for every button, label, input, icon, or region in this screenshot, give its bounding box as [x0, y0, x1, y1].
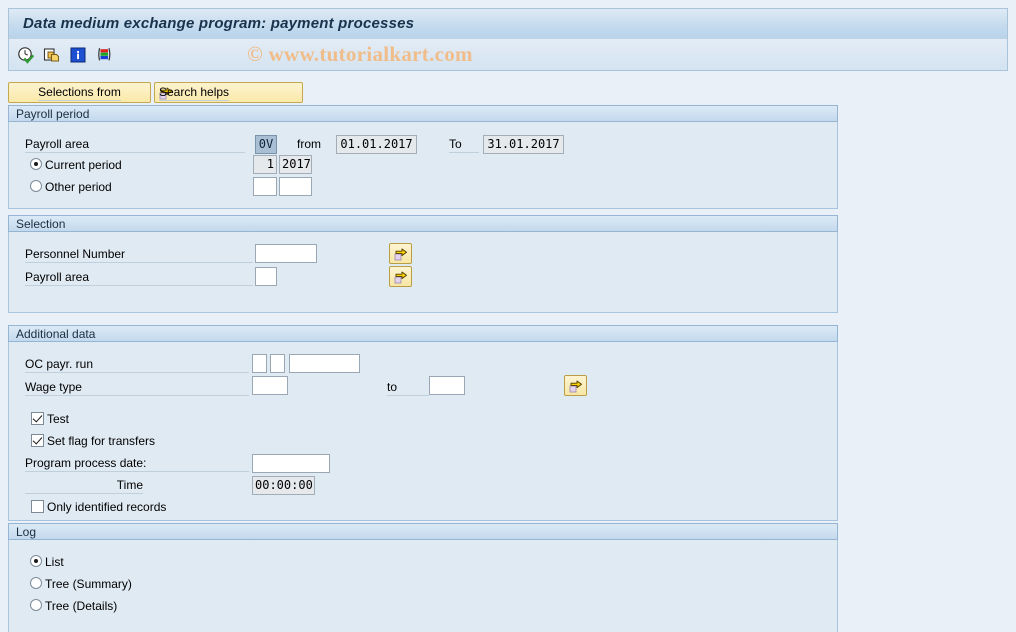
selections-from-button[interactable]: Selections from [8, 82, 151, 103]
selection-payroll-area-field[interactable] [255, 267, 277, 286]
radio-other-period-label: Other period [45, 180, 112, 194]
additional-data-body: OC payr. run Wage type to Test Set flag … [8, 342, 838, 521]
other-period-number-field[interactable] [253, 177, 277, 196]
additional-data-header: Additional data [8, 325, 838, 342]
page-title: Data medium exchange program: payment pr… [23, 15, 415, 32]
current-period-year-field[interactable]: 2017 [279, 155, 312, 174]
to-label: To [449, 136, 479, 153]
personnel-number-field[interactable] [255, 244, 317, 263]
selection-panel: Selection Personnel Number Payroll area [8, 215, 838, 313]
additional-data-title: Additional data [16, 326, 96, 341]
search-helps-button[interactable]: Search helps [154, 82, 303, 103]
payroll-period-title: Payroll period [16, 106, 90, 121]
execute-clock-icon[interactable] [17, 46, 35, 64]
log-header: Log [8, 523, 838, 540]
payroll-area-multi-select-button[interactable] [389, 266, 412, 287]
wage-type-from-field[interactable] [252, 376, 288, 395]
selection-body: Personnel Number Payroll area [8, 232, 838, 313]
additional-data-panel: Additional data OC payr. run Wage type t… [8, 325, 838, 521]
window-title-bar: Data medium exchange program: payment pr… [8, 8, 1008, 38]
wage-type-multi-select-button[interactable] [564, 375, 587, 396]
wage-type-label: Wage type [25, 379, 249, 396]
checkbox-test-label: Test [47, 412, 70, 426]
payroll-period-header: Payroll period [8, 105, 838, 122]
radio-current-period[interactable] [30, 158, 42, 170]
time-label: Time [25, 477, 143, 494]
checkbox-set-flag-for-transfers[interactable] [31, 434, 44, 447]
oc-payr-run-field-2[interactable] [270, 354, 285, 373]
radio-log-tree-details[interactable] [30, 599, 42, 611]
payroll-area-code-field[interactable]: 0V [255, 135, 277, 154]
selection-header: Selection [8, 215, 838, 232]
oc-payr-run-field-1[interactable] [252, 354, 267, 373]
checkbox-only-identified-records[interactable] [31, 500, 44, 513]
time-field[interactable]: 00:00:00 [252, 476, 315, 495]
color-bars-icon[interactable] [95, 46, 113, 64]
period-to-date-field[interactable]: 31.01.2017 [483, 135, 564, 154]
log-body: List Tree (Summary) Tree (Details) [8, 540, 838, 632]
payroll-period-panel: Payroll period Payroll area 0V from 01.0… [8, 105, 838, 209]
program-process-date-field[interactable] [252, 454, 330, 473]
selections-from-label: Selections from [38, 85, 121, 101]
selection-button-bar: Selections from Search helps [8, 82, 303, 103]
payroll-area-label: Payroll area [25, 136, 245, 153]
wage-type-to-label: to [387, 379, 429, 396]
current-period-number-field[interactable]: 1 [253, 155, 277, 174]
oc-payr-run-label: OC payr. run [25, 356, 249, 373]
radio-log-list[interactable] [30, 555, 42, 567]
personnel-number-label: Personnel Number [25, 246, 253, 263]
radio-log-tree-details-label: Tree (Details) [45, 599, 118, 613]
program-process-date-label: Program process date: [25, 455, 249, 472]
other-period-year-field[interactable] [279, 177, 312, 196]
selection-payroll-area-label: Payroll area [25, 269, 253, 286]
search-helps-label: Search helps [159, 85, 230, 101]
radio-log-tree-summary[interactable] [30, 577, 42, 589]
log-panel: Log List Tree (Summary) Tree (Details) [8, 523, 838, 632]
application-toolbar [8, 38, 1008, 71]
sap-selection-screen: Data medium exchange program: payment pr… [0, 0, 1016, 632]
copy-variant-icon[interactable] [43, 46, 61, 64]
period-from-date-field[interactable]: 01.01.2017 [336, 135, 417, 154]
info-icon[interactable] [69, 46, 87, 64]
from-label: from [297, 137, 321, 151]
selection-title: Selection [16, 216, 66, 231]
radio-other-period[interactable] [30, 180, 42, 192]
wage-type-to-field[interactable] [429, 376, 465, 395]
radio-log-tree-summary-label: Tree (Summary) [45, 577, 132, 591]
checkbox-test[interactable] [31, 412, 44, 425]
payroll-period-body: Payroll area 0V from 01.01.2017 To 31.01… [8, 122, 838, 209]
personnel-number-multi-select-button[interactable] [389, 243, 412, 264]
checkbox-set-flag-for-transfers-label: Set flag for transfers [47, 434, 156, 448]
checkbox-only-identified-records-label: Only identified records [47, 500, 167, 514]
log-title: Log [16, 524, 37, 539]
radio-current-period-label: Current period [45, 158, 122, 172]
radio-log-list-label: List [45, 555, 64, 569]
oc-payr-run-field-3[interactable] [289, 354, 360, 373]
